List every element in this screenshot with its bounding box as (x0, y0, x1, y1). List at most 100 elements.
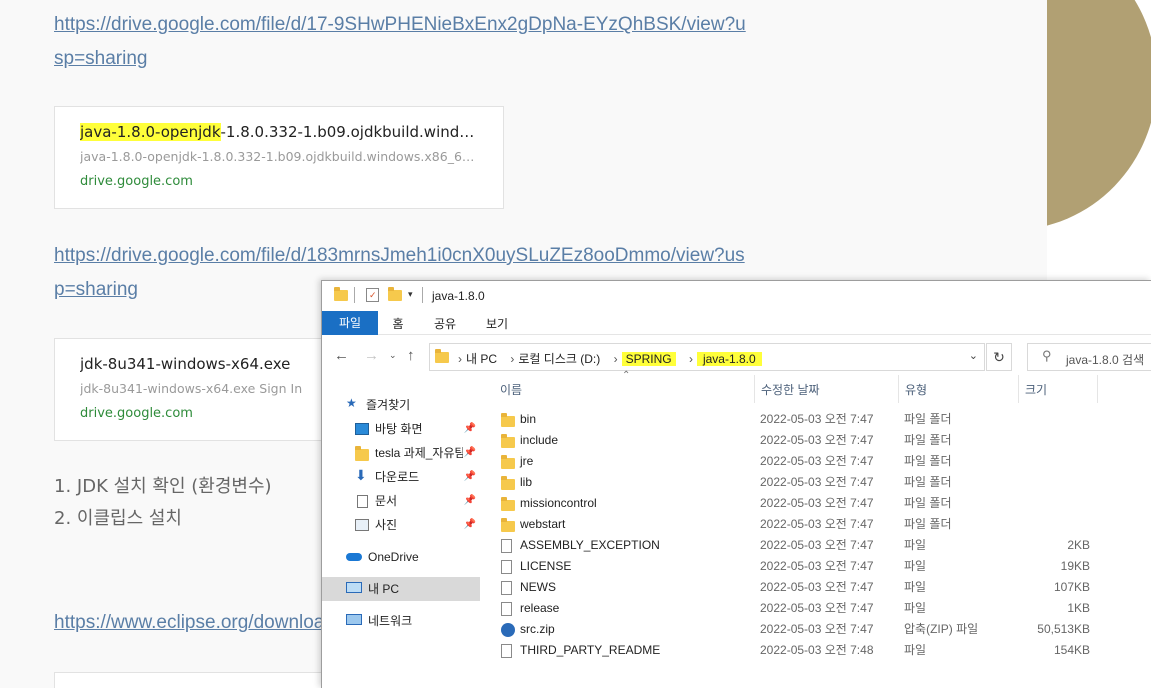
nav-quick-access[interactable]: ★ 즐겨찾기 (322, 393, 480, 417)
file-type: 파일 (904, 559, 927, 573)
column-header-name[interactable]: 이름 (500, 381, 522, 398)
file-row[interactable]: bin 2022-05-03 오전 7:47 파일 폴더 (482, 409, 1151, 430)
file-size: 2KB (1067, 538, 1090, 552)
properties-icon[interactable]: ✓ (366, 288, 379, 302)
download-arrow-icon: ⬇ (355, 467, 367, 483)
file-row[interactable]: src.zip 2022-05-03 오전 7:47 압축(ZIP) 파일 50,51… (482, 619, 1151, 640)
file-row[interactable]: jre 2022-05-03 오전 7:47 파일 폴더 (482, 451, 1151, 472)
breadcrumb-item[interactable]: 로컬 디스크 (D:) (518, 352, 600, 366)
file-type: 파일 폴더 (904, 412, 952, 426)
file-date: 2022-05-03 오전 7:47 (760, 496, 874, 510)
folder-icon (334, 287, 348, 301)
search-placeholder: java-1.8.0 검색 (1066, 353, 1145, 367)
search-input[interactable]: ⚲ java-1.8.0 검색 (1027, 343, 1151, 371)
nav-folder-tesla[interactable]: tesla 과제_자유탐 📌 (322, 441, 480, 465)
list-item: 2. 이클립스 설치 (54, 508, 182, 529)
file-name: bin (520, 412, 537, 426)
file-explorer-window[interactable]: ✓ ▾ java-1.8.0 파일 홈 공유 보기 ← → ⌄ ↑ › 내 PC … (321, 280, 1151, 688)
chevron-down-icon[interactable]: ⌄ (969, 349, 978, 362)
file-row[interactable]: release 2022-05-03 오전 7:47 파일 1KB (482, 598, 1151, 619)
nav-this-pc[interactable]: 내 PC (322, 577, 480, 601)
nav-documents[interactable]: 문서 📌 (322, 489, 480, 513)
file-date: 2022-05-03 오전 7:47 (760, 412, 874, 426)
column-header-date[interactable]: 수정한 날짜 (761, 381, 820, 398)
nav-downloads[interactable]: ⬇ 다운로드 📌 (322, 465, 480, 489)
file-row[interactable]: lib 2022-05-03 오전 7:47 파일 폴더 (482, 472, 1151, 493)
file-icon (501, 602, 515, 616)
tab-share[interactable]: 공유 (428, 313, 462, 335)
picture-icon (355, 519, 369, 531)
google-drive-link-1[interactable]: https://drive.google.com/file/d/17-9SHwP… (54, 8, 754, 76)
breadcrumb-item[interactable]: 내 PC (466, 352, 497, 366)
nav-desktop[interactable]: 바탕 화면 📌 (322, 417, 480, 441)
file-type: 파일 폴더 (904, 475, 952, 489)
pin-icon[interactable]: 📌 (464, 441, 476, 465)
file-type: 파일 폴더 (904, 454, 952, 468)
file-date: 2022-05-03 오전 7:47 (760, 517, 874, 531)
forward-arrow-icon[interactable]: → (364, 347, 379, 364)
card-subtitle: java-1.8.0-openjdk-1.8.0.332-1.b09.ojdkb… (80, 149, 480, 164)
file-name: release (520, 601, 560, 615)
nav-network[interactable]: 네트워크 (322, 609, 480, 633)
customize-toolbar-icon[interactable]: ▾ (408, 289, 413, 300)
file-row[interactable]: LICENSE 2022-05-03 오전 7:47 파일 19KB (482, 556, 1151, 577)
file-row[interactable]: missioncontrol 2022-05-03 오전 7:47 파일 폴더 (482, 493, 1151, 514)
folder-icon (501, 497, 515, 511)
file-type: 압축(ZIP) 파일 (904, 622, 979, 636)
file-row[interactable]: NEWS 2022-05-03 오전 7:47 파일 107KB (482, 577, 1151, 598)
star-icon: ★ (346, 396, 357, 410)
back-arrow-icon[interactable]: ← (334, 347, 349, 364)
column-header-size[interactable]: 크기 (1025, 381, 1047, 398)
file-type: 파일 (904, 643, 927, 657)
link-preview-card-1[interactable]: java-1.8.0-openjdk-1.8.0.332-1.b09.ojdkb… (54, 106, 504, 209)
file-date: 2022-05-03 오전 7:47 (760, 538, 874, 552)
card-domain: drive.google.com (80, 174, 193, 189)
up-arrow-icon[interactable]: ↑ (407, 347, 415, 364)
navigation-pane: ★ 즐겨찾기 바탕 화면 📌 tesla 과제_자유탐 📌 ⬇ 다운로드 📌 문… (322, 381, 480, 688)
list-item: 1. JDK 설치 확인 (환경변수) (54, 476, 272, 497)
tab-view[interactable]: 보기 (480, 313, 514, 335)
folder-icon (501, 518, 515, 532)
file-name: LICENSE (520, 559, 572, 573)
file-type: 파일 폴더 (904, 517, 952, 531)
pin-icon[interactable]: 📌 (464, 465, 476, 489)
file-type: 파일 폴더 (904, 433, 952, 447)
nav-pictures[interactable]: 사진 📌 (322, 513, 480, 537)
file-icon (501, 581, 515, 595)
address-bar[interactable]: › 내 PC › 로컬 디스크 (D:) › SPRING › java-1.8.0 ⌄ (429, 343, 985, 371)
new-folder-icon[interactable] (388, 287, 402, 301)
pin-icon[interactable]: 📌 (464, 417, 476, 441)
folder-icon (501, 476, 515, 490)
computer-icon (346, 582, 362, 593)
file-date: 2022-05-03 오전 7:47 (760, 580, 874, 594)
file-list: ⌃ 이름 수정한 날짜 유형 크기 bin 2022-05-03 오전 7:47 파… (482, 370, 1151, 688)
file-name: include (520, 433, 559, 447)
tab-file[interactable]: 파일 (322, 311, 378, 335)
pin-icon[interactable]: 📌 (464, 513, 476, 537)
folder-icon (355, 446, 369, 461)
breadcrumb-item[interactable]: SPRING (621, 352, 676, 366)
file-row[interactable]: ASSEMBLY_EXCEPTION 2022-05-03 오전 7:47 파일 2K… (482, 535, 1151, 556)
file-size: 154KB (1053, 643, 1090, 657)
file-date: 2022-05-03 오전 7:47 (760, 559, 874, 573)
file-date: 2022-05-03 오전 7:47 (760, 475, 874, 489)
file-row[interactable]: THIRD_PARTY_README 2022-05-03 오전 7:48 파일 15… (482, 640, 1151, 661)
nav-onedrive[interactable]: OneDrive (322, 545, 480, 569)
cloud-icon (346, 553, 362, 561)
pin-icon[interactable]: 📌 (464, 489, 476, 513)
ribbon-tabs: 파일 홈 공유 보기 (322, 311, 1151, 335)
folder-icon (501, 413, 515, 427)
column-header-type[interactable]: 유형 (905, 381, 927, 398)
sort-ascending-icon: ⌃ (622, 370, 631, 381)
breadcrumb-item[interactable]: java-1.8.0 (696, 352, 762, 366)
file-row[interactable]: include 2022-05-03 오전 7:47 파일 폴더 (482, 430, 1151, 451)
document-icon (357, 495, 368, 508)
file-row[interactable]: webstart 2022-05-03 오전 7:47 파일 폴더 (482, 514, 1151, 535)
eclipse-download-link[interactable]: https://www.eclipse.org/downloads/ (54, 606, 354, 640)
refresh-button[interactable]: ↻ (986, 343, 1012, 371)
tab-home[interactable]: 홈 (384, 313, 412, 335)
desktop-icon (355, 423, 369, 435)
file-icon (501, 644, 515, 658)
link-preview-card-3[interactable] (54, 672, 334, 688)
recent-locations-icon[interactable]: ⌄ (389, 350, 397, 361)
